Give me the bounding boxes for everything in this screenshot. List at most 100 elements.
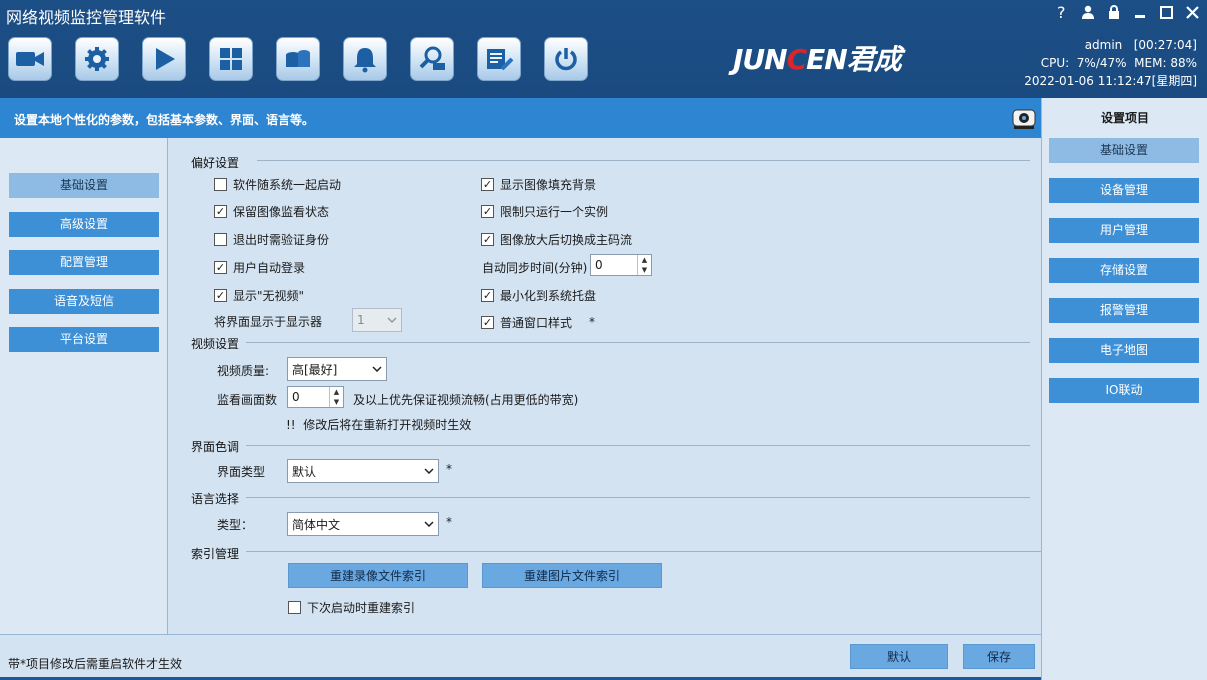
- settings-content: 偏好设置 软件随系统一起启动 ✓ 保留图像监看状态 退出时需验证身份 ✓ 用户自动登…: [169, 138, 1041, 634]
- play-icon[interactable]: [142, 37, 186, 81]
- settings-gear-icon[interactable]: [75, 37, 119, 81]
- pref-exit-verify[interactable]: 退出时需验证身份: [214, 230, 329, 248]
- pref-single-instance[interactable]: ✓ 限制只运行一个实例: [481, 202, 608, 220]
- section-divider: [246, 342, 1030, 343]
- section-prefs-title: 偏好设置: [191, 156, 240, 170]
- monitor-display-label: 将界面显示于显示器: [214, 314, 323, 329]
- right-nav-storage[interactable]: 存储设置: [1049, 258, 1199, 283]
- checkbox[interactable]: ✓: [481, 288, 494, 302]
- rebuild-image-index-button[interactable]: 重建图片文件索引: [482, 563, 662, 588]
- section-divider: [246, 497, 1030, 498]
- maximize-icon[interactable]: [1157, 3, 1175, 21]
- section-video-title: 视频设置: [191, 337, 240, 351]
- restart-required-mark: *: [446, 462, 452, 476]
- checkbox[interactable]: ✓: [481, 204, 494, 218]
- alarm-bell-icon[interactable]: [343, 37, 387, 81]
- auto-sync-label: 自动同步时间(分钟): [482, 260, 588, 275]
- monitor-display-select[interactable]: 1: [352, 308, 402, 332]
- user-icon[interactable]: [1079, 3, 1097, 21]
- spinner-arrows-icon[interactable]: ▲ ▼: [329, 387, 343, 407]
- video-quality-select[interactable]: 高[最好]: [287, 357, 387, 381]
- app-title: 网络视频监控管理软件: [6, 8, 167, 27]
- spinner-arrows-icon[interactable]: ▲ ▼: [637, 255, 651, 275]
- monitor-count-spinner[interactable]: 0 ▲ ▼: [287, 386, 344, 408]
- pref-auto-login[interactable]: ✓ 用户自动登录: [214, 258, 305, 276]
- checkbox[interactable]: ✓: [214, 288, 227, 302]
- right-nav-io-link[interactable]: IO联动: [1049, 378, 1199, 403]
- section-divider: [257, 160, 1030, 161]
- window-controls: ?: [1053, 3, 1201, 21]
- right-nav-alarm[interactable]: 报警管理: [1049, 298, 1199, 323]
- pref-autostart[interactable]: 软件随系统一起启动: [214, 175, 341, 193]
- checkbox[interactable]: [288, 600, 301, 614]
- left-nav-advanced[interactable]: 高级设置: [9, 212, 159, 237]
- help-icon[interactable]: ?: [1053, 3, 1071, 21]
- chevron-down-icon: [424, 521, 434, 527]
- minimize-icon[interactable]: [1131, 3, 1149, 21]
- pref-fill-background[interactable]: ✓ 显示图像填充背景: [481, 175, 596, 193]
- monitor-count-label: 监看画面数: [217, 392, 278, 407]
- right-nav-emap[interactable]: 电子地图: [1049, 338, 1199, 363]
- system-info: admin [00:27:04] CPU: 7%/47% MEM: 88% 20…: [1024, 36, 1197, 90]
- save-button[interactable]: 保存: [963, 644, 1035, 669]
- camera-info-icon: [1011, 106, 1036, 130]
- checkbox[interactable]: [214, 177, 227, 191]
- camera-icon[interactable]: [8, 37, 52, 81]
- section-index-title: 索引管理: [191, 547, 240, 561]
- svg-text:?: ?: [1057, 4, 1066, 20]
- pref-keep-monitor-state[interactable]: ✓ 保留图像监看状态: [214, 202, 329, 220]
- checkbox[interactable]: ✓: [481, 232, 494, 246]
- pref-minimize-to-tray[interactable]: ✓ 最小化到系统托盘: [481, 286, 596, 304]
- bottom-bar: 带*项目修改后需重启软件才生效 默认 保存: [0, 634, 1041, 680]
- checkbox[interactable]: [214, 232, 227, 246]
- language-select[interactable]: 简体中文: [287, 512, 439, 536]
- chevron-down-icon: [387, 317, 397, 323]
- grid-layout-icon[interactable]: [209, 37, 253, 81]
- left-nav: 基础设置 高级设置 配置管理 语音及短信 平台设置: [0, 138, 168, 634]
- pref-normal-window-style[interactable]: ✓ 普通窗口样式 *: [481, 313, 595, 331]
- left-nav-basic[interactable]: 基础设置: [9, 173, 159, 198]
- rebuild-video-index-button[interactable]: 重建录像文件索引: [288, 563, 468, 588]
- theme-type-label: 界面类型: [217, 464, 266, 479]
- lock-icon[interactable]: [1105, 3, 1123, 21]
- right-nav-basic[interactable]: 基础设置: [1049, 138, 1199, 163]
- current-datetime: 2022-01-06 11:12:47[星期四]: [1024, 74, 1197, 88]
- restart-note: 带*项目修改后需重启软件才生效: [8, 657, 183, 671]
- video-notice: !! 修改后将在重新打开视频时生效: [286, 417, 472, 432]
- close-icon[interactable]: [1183, 3, 1201, 21]
- left-nav-platform[interactable]: 平台设置: [9, 327, 159, 352]
- video-quality-label: 视频质量:: [217, 363, 270, 378]
- restart-required-mark: *: [589, 315, 596, 329]
- section-divider: [246, 551, 1041, 552]
- search-device-icon[interactable]: [410, 37, 454, 81]
- section-divider: [246, 445, 1030, 446]
- pref-show-no-video[interactable]: ✓ 显示"无视频": [214, 286, 304, 304]
- pref-zoom-main-stream[interactable]: ✓ 图像放大后切换成主码流: [481, 230, 632, 248]
- checkbox[interactable]: ✓: [214, 260, 227, 274]
- brand-logo: JUNCEN君成: [733, 43, 902, 76]
- power-icon[interactable]: [544, 37, 588, 81]
- checkbox[interactable]: ✓: [214, 204, 227, 218]
- config-tools-icon[interactable]: [477, 37, 521, 81]
- left-nav-voice-sms[interactable]: 语音及短信: [9, 289, 159, 314]
- section-lang-title: 语言选择: [191, 492, 240, 506]
- right-nav-device[interactable]: 设备管理: [1049, 178, 1199, 203]
- monitor-count-hint: 及以上优先保证视频流畅(占用更低的带宽): [353, 392, 579, 407]
- left-nav-config[interactable]: 配置管理: [9, 250, 159, 275]
- checkbox[interactable]: ✓: [481, 177, 494, 191]
- section-theme-title: 界面色调: [191, 440, 240, 454]
- default-button[interactable]: 默认: [850, 644, 948, 669]
- theme-type-select[interactable]: 默认: [287, 459, 439, 483]
- title-bar: 网络视频监控管理软件 ? JUNCEN君成 admin [00:27:04] C…: [0, 0, 1207, 98]
- auto-sync-spinner[interactable]: 0 ▲ ▼: [590, 254, 652, 276]
- right-nav-user[interactable]: 用户管理: [1049, 218, 1199, 243]
- chevron-down-icon: [424, 468, 434, 474]
- storage-icon[interactable]: [276, 37, 320, 81]
- lang-type-label: 类型：: [217, 517, 254, 532]
- checkbox[interactable]: ✓: [481, 315, 494, 329]
- right-panel-title: 设置项目: [1100, 111, 1149, 125]
- right-panel: 设置项目 基础设置 设备管理 用户管理 存储设置 报警管理 电子地图 IO联动: [1041, 98, 1207, 680]
- restart-required-mark: *: [446, 515, 452, 529]
- info-bar: 设置本地个性化的参数，包括基本参数、界面、语言等。: [0, 98, 1041, 138]
- rebuild-index-next-start[interactable]: 下次启动时重建索引: [288, 598, 415, 616]
